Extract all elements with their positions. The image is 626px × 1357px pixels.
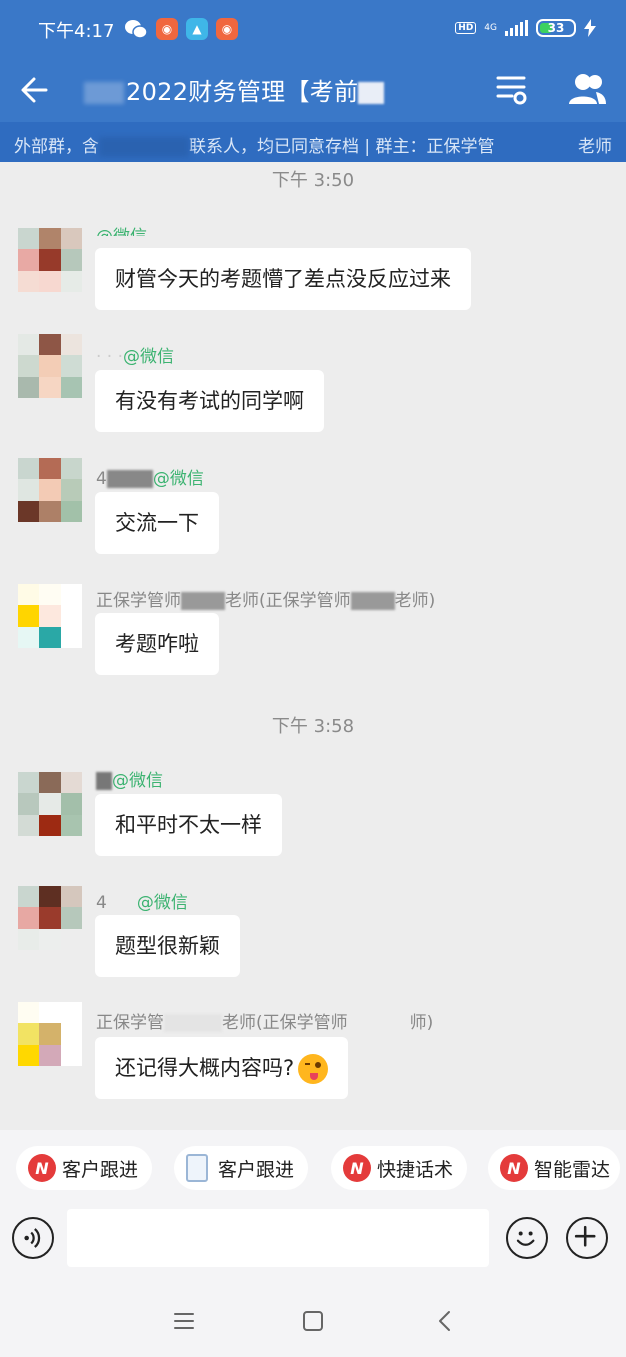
avatar[interactable] — [18, 772, 82, 836]
redacted-block — [358, 82, 385, 104]
message-bubble[interactable]: 有没有考试的同学啊 — [95, 370, 324, 432]
charging-icon — [584, 19, 596, 37]
redacted-block — [164, 1014, 222, 1032]
recent-apps-icon[interactable] — [169, 1306, 199, 1336]
redacted-block — [99, 137, 189, 157]
avatar[interactable] — [18, 228, 82, 292]
group-notice-bar[interactable]: 外部群，含 联系人，均已同意存档 | 群主：正保学管 老师 — [0, 122, 626, 162]
quick-action-customer-followup[interactable]: N 客户跟进 — [16, 1146, 153, 1190]
sender-name: 正保学管师 老师(正保学管师 老师) — [96, 591, 436, 611]
chat-title-text: 2022财务管理【考前 — [126, 78, 359, 106]
redacted-block — [106, 470, 153, 488]
quick-action-bar: N 客户跟进 客户跟进 N 快捷话术 N 智能雷达 — [0, 1130, 626, 1206]
battery-icon: 33 — [536, 19, 576, 37]
quick-action-quick-phrases[interactable]: N 快捷话术 — [331, 1146, 468, 1190]
message-bubble[interactable]: 财管今天的考题懵了差点没反应过来 — [95, 248, 471, 310]
system-nav-bar — [0, 1284, 626, 1357]
message-input[interactable] — [67, 1209, 489, 1267]
signal-icon — [505, 20, 528, 36]
notification-icons: ◉ ▲ ◉ — [124, 18, 238, 40]
document-icon — [186, 1154, 208, 1182]
status-bar: 下午4:17 ◉ ▲ ◉ HD 4G 33 — [0, 0, 626, 58]
emoji-picker-icon[interactable] — [506, 1217, 548, 1259]
radar-n-icon: N — [500, 1154, 528, 1182]
quick-action-customer-followup-doc[interactable]: 客户跟进 — [174, 1146, 309, 1190]
message-bubble[interactable]: 考题咋啦 — [95, 613, 219, 675]
avatar[interactable] — [18, 458, 82, 522]
redacted-block — [350, 592, 395, 610]
avatar[interactable] — [18, 584, 82, 648]
radar-n-icon: N — [343, 1154, 371, 1182]
back-icon[interactable] — [430, 1306, 460, 1336]
avatar[interactable] — [18, 1002, 82, 1066]
message-bubble[interactable]: 题型很新颖 — [95, 915, 240, 977]
sender-name: · · ·@微信 — [96, 347, 175, 367]
more-options-plus-icon[interactable] — [566, 1217, 608, 1259]
battery-level: 33 — [547, 21, 565, 35]
group-members-icon[interactable] — [566, 70, 608, 108]
winking-tongue-emoji-icon — [298, 1054, 329, 1084]
network-label: 4G — [484, 23, 497, 33]
sender-name: @微信 — [96, 222, 147, 236]
group-settings-icon[interactable] — [494, 72, 528, 106]
hd-icon: HD — [455, 22, 477, 34]
app-notification-icon: ▲ — [186, 18, 208, 40]
status-right: HD 4G 33 — [455, 19, 596, 37]
chat-area[interactable]: 下午 3:50 @微信 财管今天的考题懵了差点没反应过来 · · ·@微信 有没… — [0, 162, 626, 1130]
time-separator: 下午 3:58 — [271, 716, 355, 737]
app-notification-icon: ◉ — [216, 18, 238, 40]
chat-title: 2022财务管理【考前 — [84, 72, 385, 107]
quick-action-smart-radar[interactable]: N 智能雷达 — [488, 1146, 621, 1190]
message-text: 还记得大概内容吗? — [115, 1056, 295, 1080]
app-notification-icon: ◉ — [156, 18, 178, 40]
message-bubble[interactable]: 和平时不太一样 — [95, 794, 282, 856]
home-icon[interactable] — [298, 1306, 328, 1336]
message-bubble[interactable]: 交流一下 — [95, 492, 219, 554]
time-separator: 下午 3:50 — [271, 170, 355, 191]
notice-text-left: 外部群，含 — [14, 137, 99, 157]
wechat-icon — [125, 20, 148, 39]
title-bar: 2022财务管理【考前 — [0, 58, 626, 122]
status-time: 下午4:17 — [38, 21, 115, 42]
redacted-block — [96, 772, 112, 790]
sender-name: @微信 — [96, 766, 163, 791]
sender-name: 正保学管 老师(正保学管师 师) — [96, 1013, 434, 1033]
redacted-block — [84, 82, 124, 104]
back-arrow-icon[interactable] — [18, 72, 54, 108]
notice-text-mid: 联系人，均已同意存档 | 群主：正保学管 — [189, 137, 495, 157]
input-bar — [0, 1206, 626, 1284]
avatar[interactable] — [18, 334, 82, 398]
sender-name: 4 @微信 — [96, 469, 204, 489]
avatar[interactable] — [18, 886, 82, 950]
notice-text-right: 老师 — [578, 137, 612, 157]
redacted-block — [181, 592, 225, 610]
sender-name: 4 @微信 — [96, 893, 188, 913]
radar-n-icon: N — [28, 1154, 56, 1182]
message-bubble[interactable]: 还记得大概内容吗? — [95, 1037, 349, 1099]
voice-input-icon[interactable] — [12, 1217, 54, 1259]
